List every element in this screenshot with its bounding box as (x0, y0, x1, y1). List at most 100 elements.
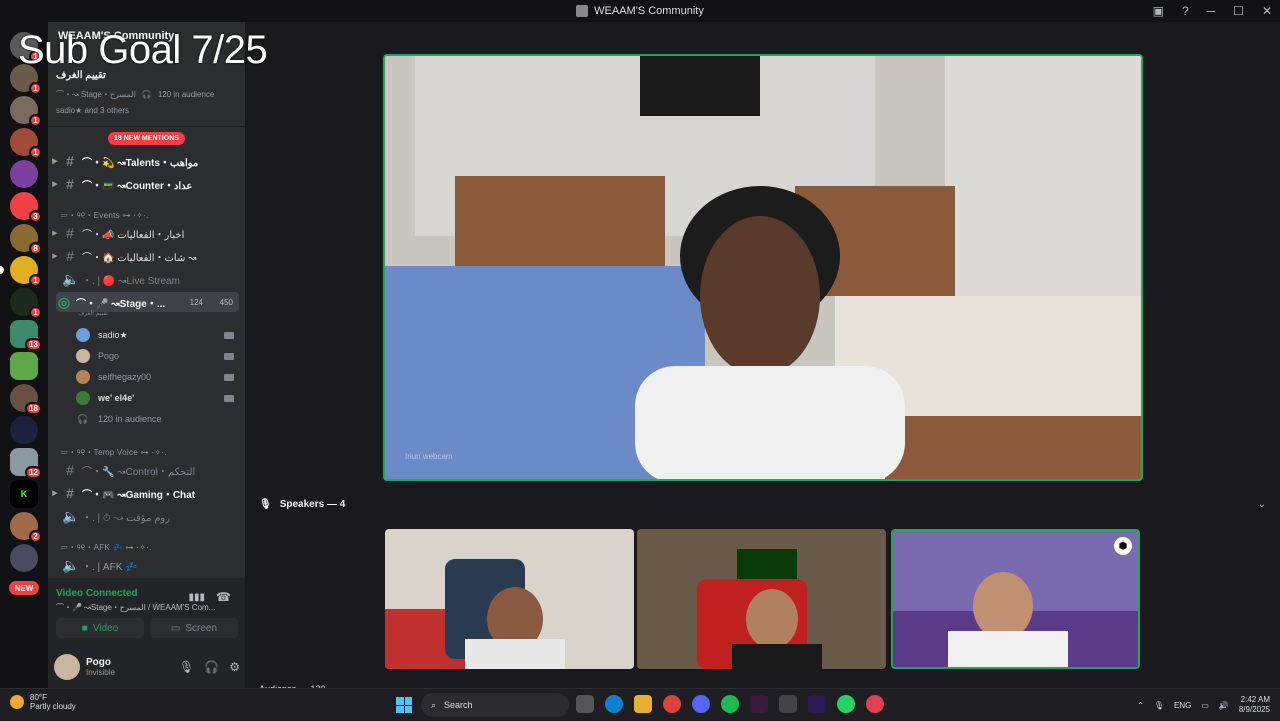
weather-widget[interactable]: 80°F Partly cloudy (10, 693, 76, 711)
voice-location[interactable]: ⌒・🎤 ↝Stage・المسرح / WEAAM'S Com... (56, 602, 216, 613)
chevron-right-icon: ▶ (52, 230, 58, 237)
category-temp-voice[interactable]: ≕・୨୧・Temp Voice ⊶ ·✧·. (60, 447, 167, 458)
speaker-video-feed (385, 529, 634, 669)
voice-panel: Video Connected ⌒・🎤 ↝Stage・المسرح / WEAA… (48, 578, 245, 688)
taskbar-search[interactable]: ⌕ Search (421, 693, 569, 717)
server-badge: 12 (25, 466, 42, 479)
stage-view: Iriun webcam 🎙 Speakers — 4 ⌄ ⬢ (245, 22, 1280, 694)
server-icon-11[interactable]: 18 (10, 384, 42, 415)
speaker-tile[interactable] (385, 529, 634, 669)
video-icon: ■ (81, 622, 88, 634)
server-badge: 1 (29, 146, 42, 159)
avatar (54, 654, 80, 680)
avatar (76, 328, 90, 342)
minimize-button[interactable]: ─ (1207, 4, 1216, 18)
spotify-icon[interactable] (721, 695, 739, 713)
whatsapp-icon[interactable] (837, 695, 855, 713)
channel-control[interactable]: # ⌒・🔧 ↝Control・التحكم (48, 460, 245, 480)
screen-share-button[interactable]: ▭ Screen (150, 618, 238, 638)
chevron-right-icon: ▶ (52, 490, 58, 497)
channel-counter[interactable]: ▶ # ⌒・📟 ↝Counter・عداد (48, 174, 245, 194)
channel-talents[interactable]: ▶ # ⌒・💫 ↝Talents・مواهب (48, 151, 245, 171)
windows-start-icon[interactable] (396, 697, 412, 713)
microphone-icon[interactable]: 🎙 (179, 660, 194, 674)
channel-temp-room[interactable]: 🔈 ・. | ⏱ ↝ روم مؤقت (48, 506, 245, 526)
chrome-icon[interactable] (663, 695, 681, 713)
volume-icon[interactable]: 🔊 (1219, 701, 1229, 710)
hash-icon: # (66, 485, 74, 501)
windows-taskbar: 80°F Partly cloudy ⌕ Search ⌃ 🎙 ENG ▭ 🔊 … (0, 688, 1280, 720)
channel-events-chat[interactable]: ▶ # ⌒・🏠 شات・الفعاليات ↝ (48, 246, 245, 266)
user-panel[interactable]: Pogo Invisible 🎙 🎧 ⚙ (54, 652, 240, 682)
maximize-button[interactable]: ☐ (1233, 4, 1244, 18)
sub-goal-overlay: Sub Goal 7/25 (18, 28, 268, 72)
speaker-tile-speaking[interactable]: ⬢ (891, 529, 1140, 669)
discord-icon[interactable] (692, 695, 710, 713)
server-icon-7[interactable]: 1 (0, 256, 42, 287)
premiere-icon[interactable] (808, 695, 826, 713)
server-icon-15[interactable] (10, 544, 38, 572)
soundboard-icon[interactable]: ▮▮▮ (188, 592, 205, 603)
voice-audience[interactable]: 🎧 120 in audience (76, 410, 236, 428)
headphones-icon[interactable]: 🎧 (204, 660, 219, 674)
headphones-icon: 🎧 (141, 90, 152, 99)
stage-card[interactable]: تقييم الغرف ⌒・↝ Stage・المسرح 🎧 120 in au… (56, 70, 236, 121)
hash-icon: # (66, 176, 74, 192)
server-icon-5[interactable] (10, 160, 38, 188)
network-icon[interactable]: ▭ (1201, 701, 1209, 710)
app-icon[interactable] (750, 695, 768, 713)
inbox-icon[interactable]: ▣ (1153, 4, 1164, 18)
voice-user[interactable]: seifhegazy00 (76, 368, 236, 386)
voice-user[interactable]: sadio★ (76, 326, 236, 344)
channel-stage[interactable]: ◎ ⌒・🎤 ↝Stage・... 124 450 (56, 292, 239, 312)
gear-icon[interactable]: ⚙ (229, 660, 240, 674)
microphone-icon: 🎙 (259, 499, 272, 510)
channel-events-news[interactable]: ▶ # ⌒・📣 اخبار・الفعاليات (48, 223, 245, 243)
server-badge: 2 (29, 530, 42, 543)
search-icon: ⌕ (431, 699, 437, 710)
voice-user[interactable]: Pogo (76, 347, 236, 365)
close-button[interactable]: ✕ (1262, 4, 1272, 18)
task-view-icon[interactable] (576, 695, 594, 713)
new-mentions-badge[interactable]: 18 NEW MENTIONS (108, 132, 185, 145)
server-icon-9[interactable]: 13 (10, 320, 42, 351)
main-video-tile[interactable]: Iriun webcam (383, 54, 1143, 481)
speaker-tile[interactable] (637, 529, 886, 669)
category-events[interactable]: ≕・୨୧・Events ⊶ ·✧·. (60, 210, 149, 221)
server-icon-4[interactable]: 1 (10, 128, 42, 159)
voice-user[interactable]: we' el4e' (76, 389, 236, 407)
microphone-icon[interactable]: 🎙 (1154, 701, 1164, 710)
app-icon[interactable] (779, 695, 797, 713)
window-title: WEAAM'S Community (576, 5, 704, 17)
language-indicator[interactable]: ENG (1174, 701, 1191, 710)
headphones-icon: 🎧 (77, 413, 89, 424)
kick-server-icon[interactable]: K (10, 480, 38, 508)
server-icon-3[interactable]: 1 (10, 96, 42, 127)
app-icon[interactable] (866, 695, 884, 713)
chevron-down-icon[interactable]: ⌄ (1258, 499, 1266, 510)
server-icon-12[interactable] (10, 416, 38, 444)
help-icon[interactable]: ? (1182, 4, 1189, 18)
disconnect-icon[interactable]: ☎ (216, 590, 231, 604)
hash-icon: # (66, 153, 74, 169)
server-icon-10[interactable] (10, 352, 38, 380)
edge-icon[interactable] (605, 695, 623, 713)
channel-live-stream[interactable]: 🔈 ・. | 🔴 ↝Live Stream (48, 269, 245, 289)
category-afk[interactable]: ≕・୨୧・AFK 💤 ⊶ ·✧·. (60, 542, 152, 553)
server-badge: 1 (29, 274, 42, 287)
video-button[interactable]: ■ Video (56, 618, 144, 638)
server-icon-14[interactable]: 2 (10, 512, 42, 543)
channel-afk[interactable]: 🔈 ・. | AFK 💤 (48, 555, 245, 575)
server-icon-13[interactable]: 12 (10, 448, 42, 479)
avatar (76, 391, 90, 405)
server-icon-6[interactable]: 8 (10, 224, 42, 255)
discord-server-icon[interactable]: 3 (10, 192, 42, 223)
clock[interactable]: 2:42 AM 8/9/2025 (1239, 695, 1270, 716)
channel-gaming-chat[interactable]: ▶ # ⌒・🎮 ↝Gaming・Chat (48, 483, 245, 503)
server-badge: 1 (29, 306, 42, 319)
voice-status[interactable]: Video Connected (56, 588, 138, 599)
file-explorer-icon[interactable] (634, 695, 652, 713)
chevron-up-icon[interactable]: ⌃ (1137, 701, 1144, 710)
video-icon (224, 331, 234, 339)
server-icon-8[interactable]: 1 (10, 288, 42, 319)
